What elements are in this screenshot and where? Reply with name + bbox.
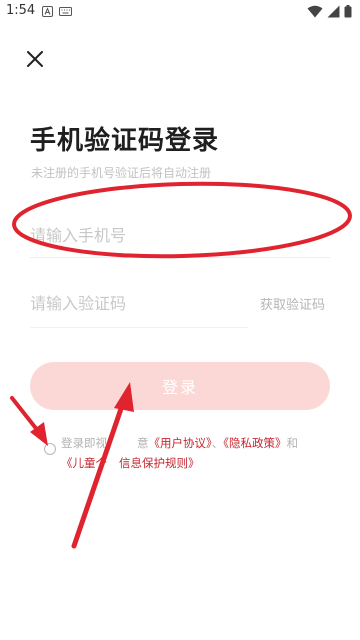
a-badge-icon: [42, 6, 53, 17]
privacy-policy-link[interactable]: 《隐私政策》: [223, 436, 286, 450]
agreement-text: 登录即视 意《用户协议》、《隐私政策》和: [61, 433, 331, 453]
children-info-link-start[interactable]: 《儿童个: [61, 456, 107, 470]
status-left-icons: [42, 6, 72, 17]
children-info-link-end[interactable]: 信息保护规则》: [119, 456, 200, 470]
battery-icon: [344, 5, 352, 18]
close-button[interactable]: [22, 46, 48, 72]
agreement-checkbox[interactable]: [44, 443, 56, 455]
get-code-button[interactable]: 获取验证码: [260, 294, 325, 313]
phone-field: [30, 210, 330, 258]
agreement-middle: 意: [137, 436, 149, 450]
page-title: 手机验证码登录: [30, 126, 220, 156]
status-right-icons: [307, 5, 352, 18]
keyboard-icon: [59, 7, 72, 16]
agreement-prefix: 登录即视: [61, 436, 107, 450]
phone-input[interactable]: [30, 218, 330, 252]
wifi-icon: [307, 5, 323, 18]
verification-code-input[interactable]: [30, 286, 248, 320]
close-icon: [27, 51, 43, 67]
status-bar: 1:54: [0, 0, 360, 24]
agreement-and: 和: [286, 436, 299, 450]
code-field: [30, 280, 248, 328]
status-time: 1:54: [6, 3, 36, 18]
agreement-line2: 《儿童个 信息保护规则》: [61, 453, 200, 473]
page-subtitle: 未注册的手机号验证后将自动注册: [31, 166, 212, 180]
agreement-separator: 、: [211, 436, 224, 450]
signal-icon: [327, 5, 340, 18]
login-button[interactable]: 登录: [30, 362, 330, 410]
user-agreement-link[interactable]: 《用户协议》: [149, 436, 212, 450]
